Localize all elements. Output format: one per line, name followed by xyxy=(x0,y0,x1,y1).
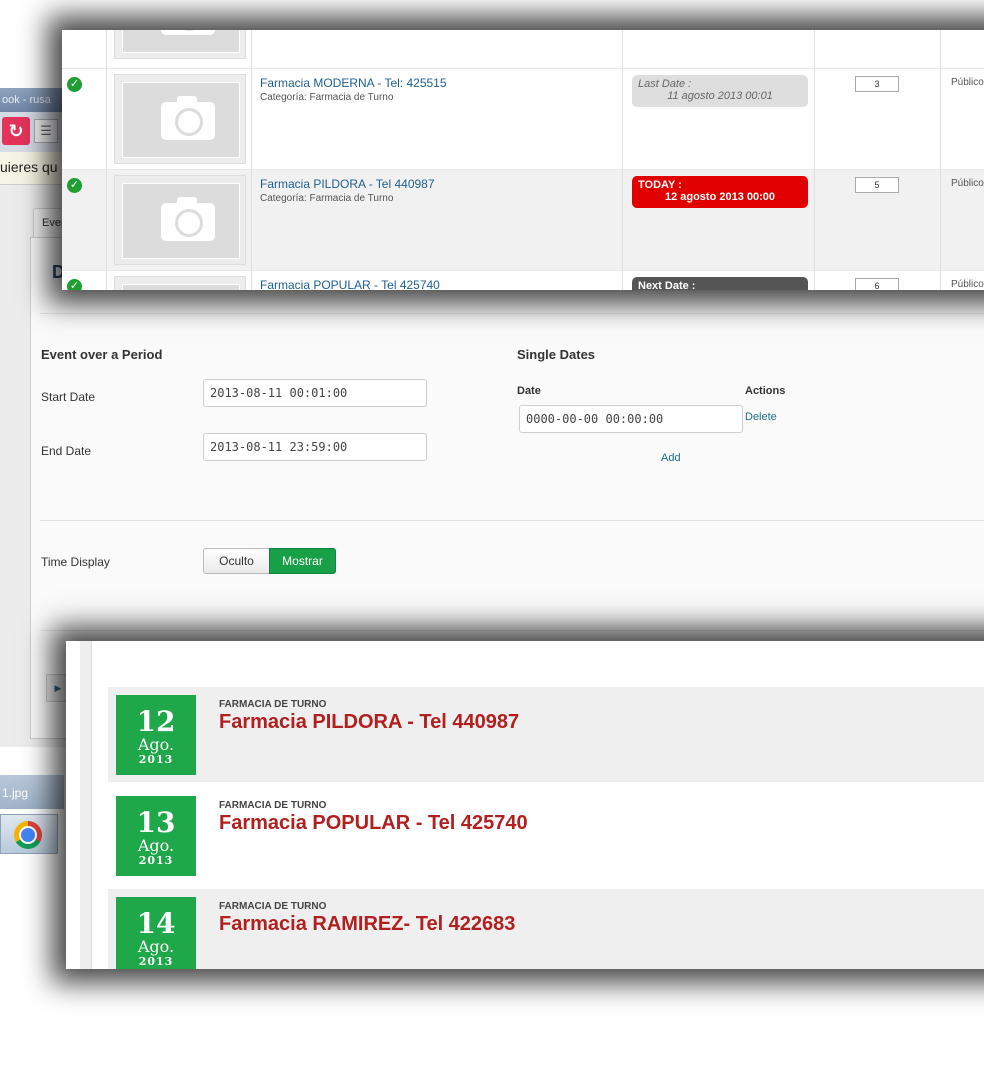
table-row: ✓ Farmacia PILDORA - Tel 440987 Categorí… xyxy=(62,169,984,270)
column-divider xyxy=(251,30,252,290)
access-level: Público xyxy=(951,279,984,290)
event-thumbnail xyxy=(114,30,246,59)
camera-icon xyxy=(161,197,215,241)
event-title-link[interactable]: Farmacia PILDORA - Tel 440987 xyxy=(260,177,435,191)
column-divider xyxy=(940,30,941,290)
end-date-label: End Date xyxy=(41,444,92,458)
divider xyxy=(40,520,984,521)
reload-icon[interactable]: ↻ xyxy=(2,117,30,145)
check-circle-icon[interactable]: ✓ xyxy=(67,178,82,193)
column-divider xyxy=(814,30,815,290)
access-level: Público xyxy=(951,178,984,189)
date-badge: 13 Ago. 2013 xyxy=(116,796,196,876)
column-divider xyxy=(622,30,623,290)
end-date-input[interactable] xyxy=(203,433,427,461)
date-label: Next Date : xyxy=(638,280,696,290)
order-input[interactable]: 5 xyxy=(855,177,899,193)
event-thumbnail xyxy=(114,276,246,290)
date-badge: 12 Ago. 2013 xyxy=(116,695,196,775)
event-title-link[interactable]: Farmacia MODERNA - Tel: 425515 xyxy=(260,76,447,90)
event-title-link[interactable]: Farmacia RAMIREZ- Tel 422683 xyxy=(219,913,515,936)
page-left-border xyxy=(80,641,92,969)
date-label: Last Date : xyxy=(638,78,692,90)
badge-day: 14 xyxy=(136,907,176,940)
badge-month: Ago. xyxy=(137,836,175,855)
event-title-link[interactable]: Farmacia POPULAR - Tel 425740 xyxy=(219,812,528,835)
event-thumbnail xyxy=(114,175,246,265)
access-level: Público xyxy=(951,77,984,88)
table-row xyxy=(62,30,984,69)
start-date-label: Start Date xyxy=(41,390,96,404)
option-hide-button[interactable]: Oculto xyxy=(203,548,269,574)
badge-day: 13 xyxy=(136,806,176,839)
option-show-button[interactable]: Mostrar xyxy=(269,548,336,574)
list-item[interactable]: 12 Ago. 2013 FARMACIA DE TURNO Farmacia … xyxy=(108,687,984,782)
event-category: FARMACIA DE TURNO xyxy=(219,699,327,710)
order-input[interactable]: 6 xyxy=(855,278,899,290)
start-date-input[interactable] xyxy=(203,379,427,407)
column-divider xyxy=(106,30,107,290)
event-list-screenshot: ✓ Farmacia MODERNA - Tel: 425515 Categor… xyxy=(62,30,984,290)
date-column-header: Date xyxy=(517,385,541,397)
today-date-box: TODAY : 12 agosto 2013 00:00 xyxy=(632,176,808,208)
last-date-box: Last Date : 11 agosto 2013 00:01 xyxy=(632,75,808,107)
list-item[interactable]: 14 Ago. 2013 FARMACIA DE TURNO Farmacia … xyxy=(108,889,984,969)
divider xyxy=(40,630,984,631)
next-date-box: Next Date : xyxy=(632,277,808,290)
table-row: ✓ Farmacia MODERNA - Tel: 425515 Categor… xyxy=(62,68,984,169)
add-date-link[interactable]: Add xyxy=(661,452,681,464)
single-dates-title: Single Dates xyxy=(517,347,596,362)
document-icon: ☰ xyxy=(34,119,58,143)
badge-day: 12 xyxy=(136,705,176,738)
divider xyxy=(40,313,984,314)
translate-infobar: uieres qu xyxy=(0,152,64,185)
list-item[interactable]: 13 Ago. 2013 FARMACIA DE TURNO Farmacia … xyxy=(108,788,984,883)
time-display-toggle: Oculto Mostrar xyxy=(203,548,336,574)
event-category: FARMACIA DE TURNO xyxy=(219,800,327,811)
camera-icon xyxy=(161,96,215,140)
check-circle-icon[interactable]: ✓ xyxy=(67,77,82,92)
chrome-icon xyxy=(14,821,42,849)
order-input[interactable]: 3 xyxy=(855,76,899,92)
taskbar-file[interactable]: 1.jpg xyxy=(0,775,64,809)
taskbar-chrome-button[interactable] xyxy=(0,814,58,854)
date-badge: 14 Ago. 2013 xyxy=(116,897,196,969)
calendar-list-screenshot: 12 Ago. 2013 FARMACIA DE TURNO Farmacia … xyxy=(66,641,984,969)
date-label: TODAY : xyxy=(638,179,682,191)
event-thumbnail xyxy=(114,74,246,164)
single-date-input[interactable] xyxy=(519,405,743,433)
event-title-link[interactable]: Farmacia POPULAR - Tel 425740 xyxy=(260,278,440,290)
delete-date-link[interactable]: Delete xyxy=(745,411,777,423)
event-category: FARMACIA DE TURNO xyxy=(219,901,327,912)
badge-year: 2013 xyxy=(138,753,174,766)
browser-window-title: ook - rusa xyxy=(0,88,64,112)
event-category: Categoría: Farmacia de Turno xyxy=(260,193,394,204)
date-value: 11 agosto 2013 00:01 xyxy=(667,90,773,102)
badge-year: 2013 xyxy=(138,955,174,968)
table-row: ✓ Farmacia POPULAR - Tel 425740 Next Dat… xyxy=(62,270,984,290)
badge-month: Ago. xyxy=(137,735,175,754)
check-circle-icon[interactable]: ✓ xyxy=(67,279,82,290)
period-section-title: Event over a Period xyxy=(41,347,163,362)
camera-icon xyxy=(161,30,215,35)
event-title-link[interactable]: Farmacia PILDORA - Tel 440987 xyxy=(219,711,519,734)
badge-month: Ago. xyxy=(137,937,175,956)
badge-year: 2013 xyxy=(138,854,174,867)
event-category: Categoría: Farmacia de Turno xyxy=(260,92,394,103)
actions-column-header: Actions xyxy=(745,385,786,397)
time-display-label: Time Display xyxy=(41,555,110,569)
date-value: 12 agosto 2013 00:00 xyxy=(664,191,776,203)
